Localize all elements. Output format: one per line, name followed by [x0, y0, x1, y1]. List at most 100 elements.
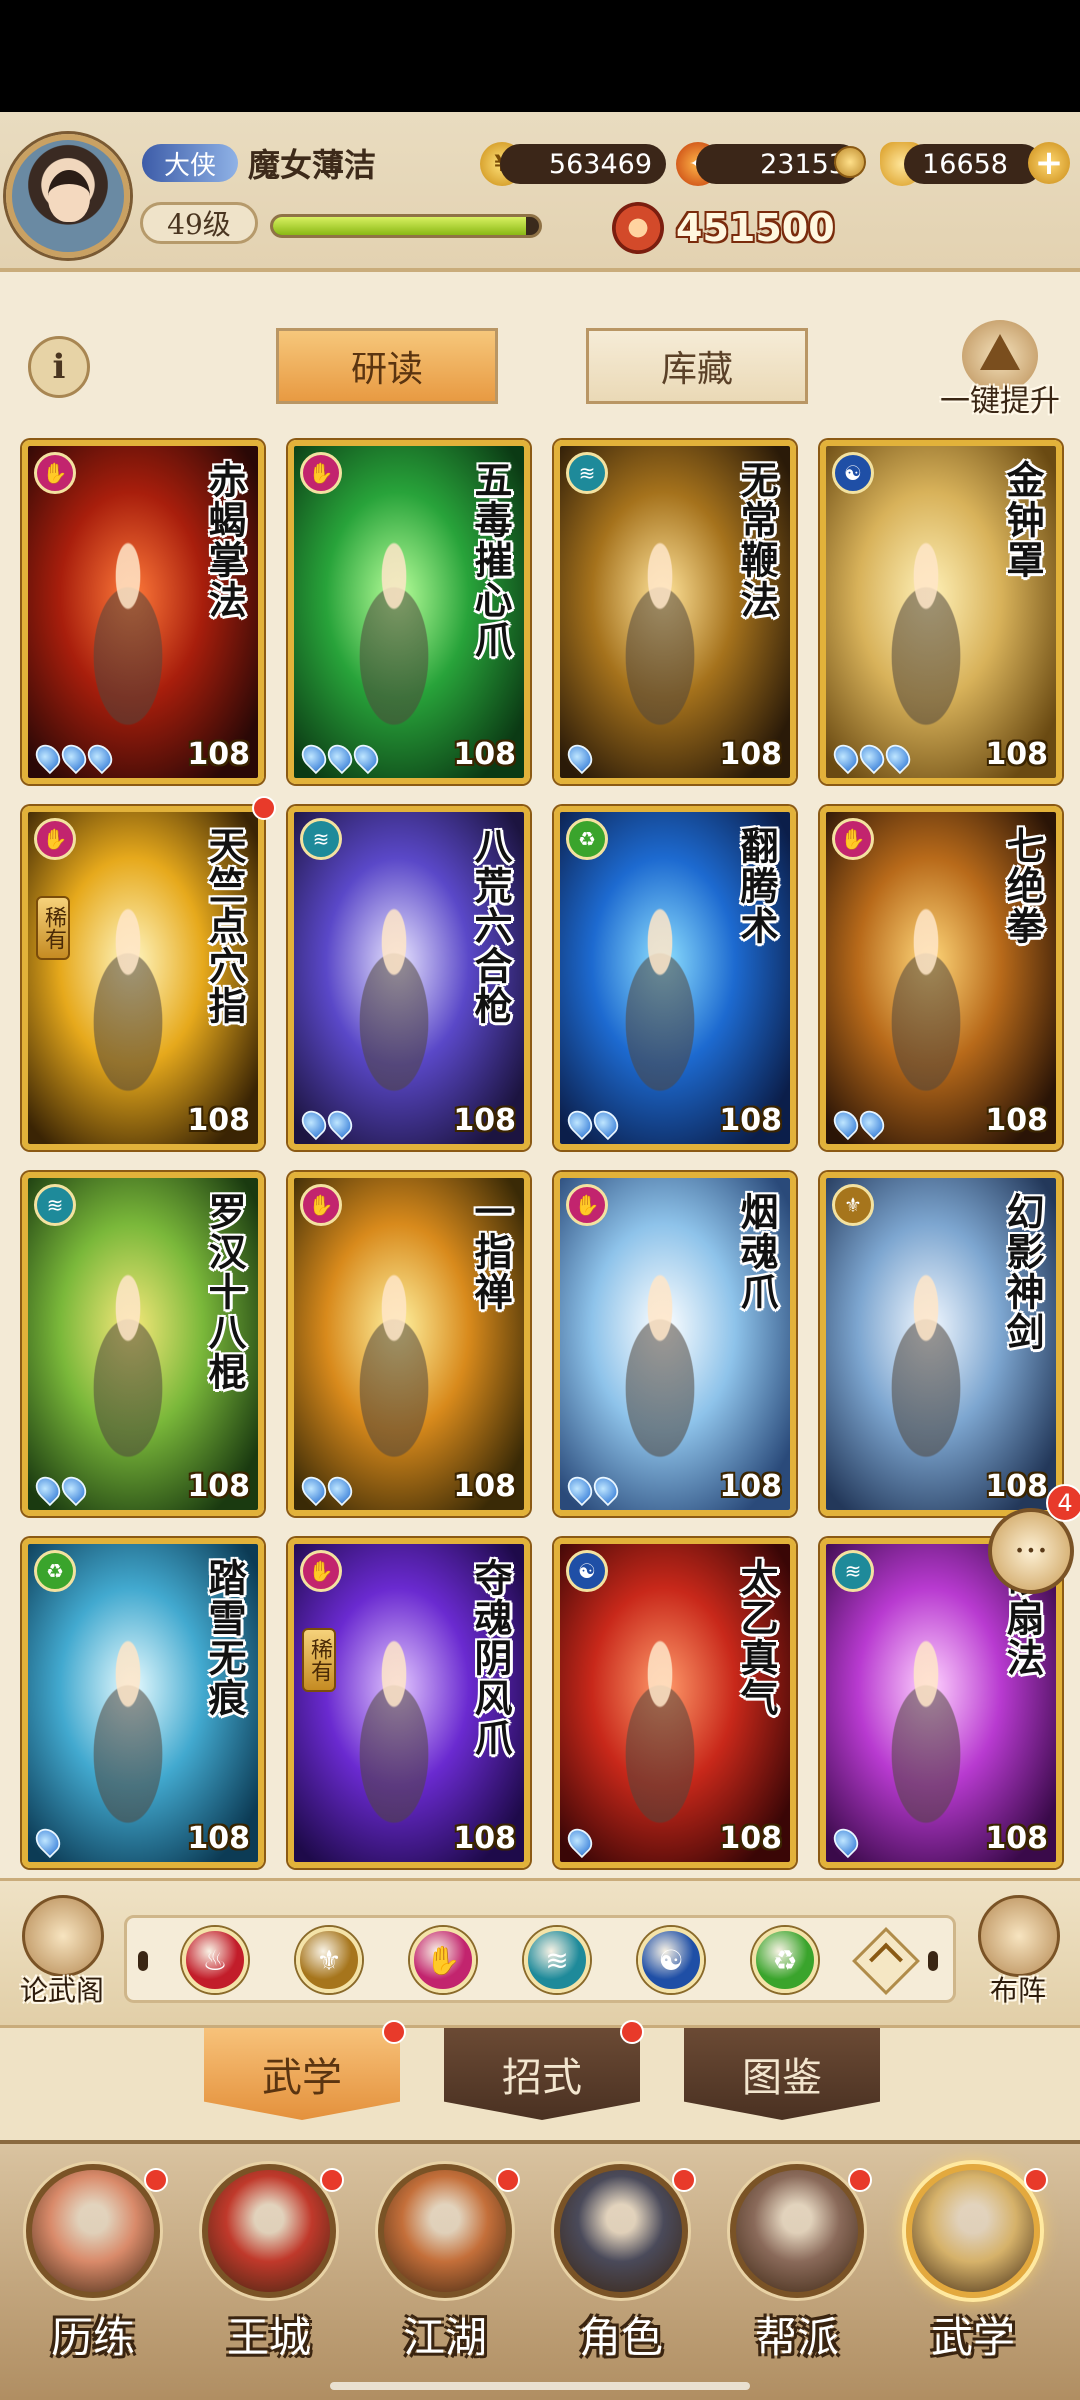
- card-stars: [296, 1105, 358, 1141]
- card-name: 一指禅: [468, 1192, 513, 1312]
- bottom-navigation: 历练 王城 江湖 角色 帮派 武学: [0, 2140, 1080, 2400]
- card-stars: [562, 1471, 624, 1507]
- card-name: 踏雪无痕: [202, 1558, 247, 1718]
- upgrade-all-label: 一键提升: [940, 384, 1060, 419]
- poison-element-icon: ✋: [566, 1184, 608, 1226]
- card-level: 108: [187, 737, 250, 772]
- tab-storage[interactable]: 库藏: [586, 328, 808, 404]
- skill-card[interactable]: ☯ 太乙真气 108: [554, 1538, 796, 1868]
- skill-card[interactable]: ✋ 稀有 天竺点穴指 108: [22, 806, 264, 1150]
- nav-notification-dot: [672, 2168, 696, 2192]
- nav-item[interactable]: 武学: [888, 2164, 1058, 2394]
- card-name: 烟魂爪: [734, 1192, 779, 1312]
- filter-water-icon[interactable]: ≋: [524, 1927, 590, 1993]
- status-bar: [0, 0, 1080, 112]
- card-level: 108: [187, 1821, 250, 1856]
- star-drop-icon: [56, 739, 92, 775]
- yin-element-icon: ☯: [832, 452, 874, 494]
- subtab-martial-arts-dot: [382, 2020, 406, 2044]
- card-level: 108: [719, 737, 782, 772]
- card-stars: [562, 739, 598, 775]
- nav-item[interactable]: 王城: [184, 2164, 354, 2394]
- star-drop-icon: [296, 1105, 332, 1141]
- subtab-moves[interactable]: 招式: [444, 2028, 640, 2120]
- nav-label: 武学: [930, 2313, 1015, 2362]
- card-character-figure: [600, 1268, 720, 1468]
- card-character-figure: [68, 1268, 188, 1468]
- nav-icon: [378, 2164, 512, 2298]
- filter-poison-icon[interactable]: ✋: [410, 1927, 476, 1993]
- nav-notification-dot: [320, 2168, 344, 2192]
- skill-card[interactable]: ☯ 金钟罩 108: [820, 440, 1062, 784]
- nav-notification-dot: [848, 2168, 872, 2192]
- card-level: 108: [719, 1103, 782, 1138]
- skill-card[interactable]: ♻ 翻腾术 108: [554, 806, 796, 1150]
- nav-notification-dot: [1024, 2168, 1048, 2192]
- skill-card[interactable]: ✋ 稀有 夺魂阴风爪 108: [288, 1538, 530, 1868]
- martial-pavilion-button[interactable]: 论武阁: [6, 1895, 118, 2021]
- skill-card[interactable]: ≋ 无常鞭法 108: [554, 440, 796, 784]
- player-avatar[interactable]: [6, 134, 130, 258]
- poison-element-icon: ✋: [832, 818, 874, 860]
- poison-element-icon: ✋: [300, 1550, 342, 1592]
- skill-card[interactable]: ≋ 八荒六合枪 108: [288, 806, 530, 1150]
- nav-item[interactable]: 角色: [536, 2164, 706, 2394]
- combat-power-icon: [612, 202, 664, 254]
- nav-notification-dot: [144, 2168, 168, 2192]
- filter-gold-icon[interactable]: ⚜: [296, 1927, 362, 1993]
- card-level: 108: [985, 737, 1048, 772]
- sub-tab-bar: 武学 招式 图鉴: [0, 2020, 1080, 2140]
- filter-right-marker: [928, 1951, 938, 1971]
- formation-button[interactable]: 布阵: [962, 1895, 1074, 2021]
- exp-bar-fill: [273, 217, 526, 235]
- filter-yin-icon[interactable]: ☯: [638, 1927, 704, 1993]
- card-character-figure: [68, 536, 188, 736]
- nav-label: 帮派: [754, 2313, 839, 2362]
- player-name: 魔女薄洁: [248, 146, 377, 184]
- skill-card[interactable]: ≋ 罗汉十八棍 108: [22, 1172, 264, 1516]
- skill-card[interactable]: ♻ 踏雪无痕 108: [22, 1538, 264, 1868]
- card-level: 108: [453, 1821, 516, 1856]
- card-character-figure: [334, 1634, 454, 1834]
- card-stars: [828, 739, 916, 775]
- filter-wood-icon[interactable]: ♻: [752, 1927, 818, 1993]
- card-character-figure: [600, 902, 720, 1102]
- card-character-figure: [334, 1268, 454, 1468]
- card-character-figure: [334, 536, 454, 736]
- formation-label: 布阵: [989, 1974, 1046, 2007]
- skill-card[interactable]: ✋ 一指禅 108: [288, 1172, 530, 1516]
- skill-card[interactable]: ⚜ 幻影神剑 108: [820, 1172, 1062, 1516]
- tab-study[interactable]: 研读: [276, 328, 498, 404]
- card-character-figure: [68, 1634, 188, 1834]
- flame-exchange-icon[interactable]: [834, 146, 866, 178]
- subtab-martial-arts[interactable]: 武学: [204, 2028, 400, 2120]
- subtab-codex[interactable]: 图鉴: [684, 2028, 880, 2120]
- nav-item[interactable]: 江湖: [360, 2164, 530, 2394]
- add-ingot-button[interactable]: +: [1028, 142, 1070, 184]
- filter-fire-icon[interactable]: ♨: [182, 1927, 248, 1993]
- star-drop-icon: [562, 1471, 598, 1507]
- card-level: 108: [187, 1103, 250, 1138]
- star-drop-icon: [30, 1471, 66, 1507]
- card-name: 太乙真气: [734, 1558, 779, 1718]
- nav-label: 王城: [226, 2313, 311, 2362]
- skill-card[interactable]: ✋ 赤蝎掌法 108: [22, 440, 264, 784]
- nav-label: 历练: [50, 2313, 135, 2362]
- info-button[interactable]: i: [28, 336, 90, 398]
- card-character-figure: [68, 902, 188, 1102]
- card-name: 翻腾术: [734, 826, 779, 946]
- skill-card[interactable]: ✋ 烟魂爪 108: [554, 1172, 796, 1516]
- star-drop-icon: [296, 739, 332, 775]
- nav-item[interactable]: 历练: [8, 2164, 178, 2394]
- skill-card[interactable]: ✋ 七绝拳 108: [820, 806, 1062, 1150]
- water-element-icon: ≋: [566, 452, 608, 494]
- formation-icon: [978, 1895, 1060, 1977]
- nav-notification-dot: [496, 2168, 520, 2192]
- skill-card[interactable]: ✋ 五毒摧心爪 108: [288, 440, 530, 784]
- nav-item[interactable]: 帮派: [712, 2164, 882, 2394]
- card-name: 夺魂阴风爪: [468, 1558, 513, 1758]
- card-stars: [296, 1471, 358, 1507]
- rare-badge: 稀有: [302, 1628, 336, 1692]
- card-name: 赤蝎掌法: [202, 460, 247, 620]
- upgrade-all-button[interactable]: 一键提升: [936, 320, 1064, 419]
